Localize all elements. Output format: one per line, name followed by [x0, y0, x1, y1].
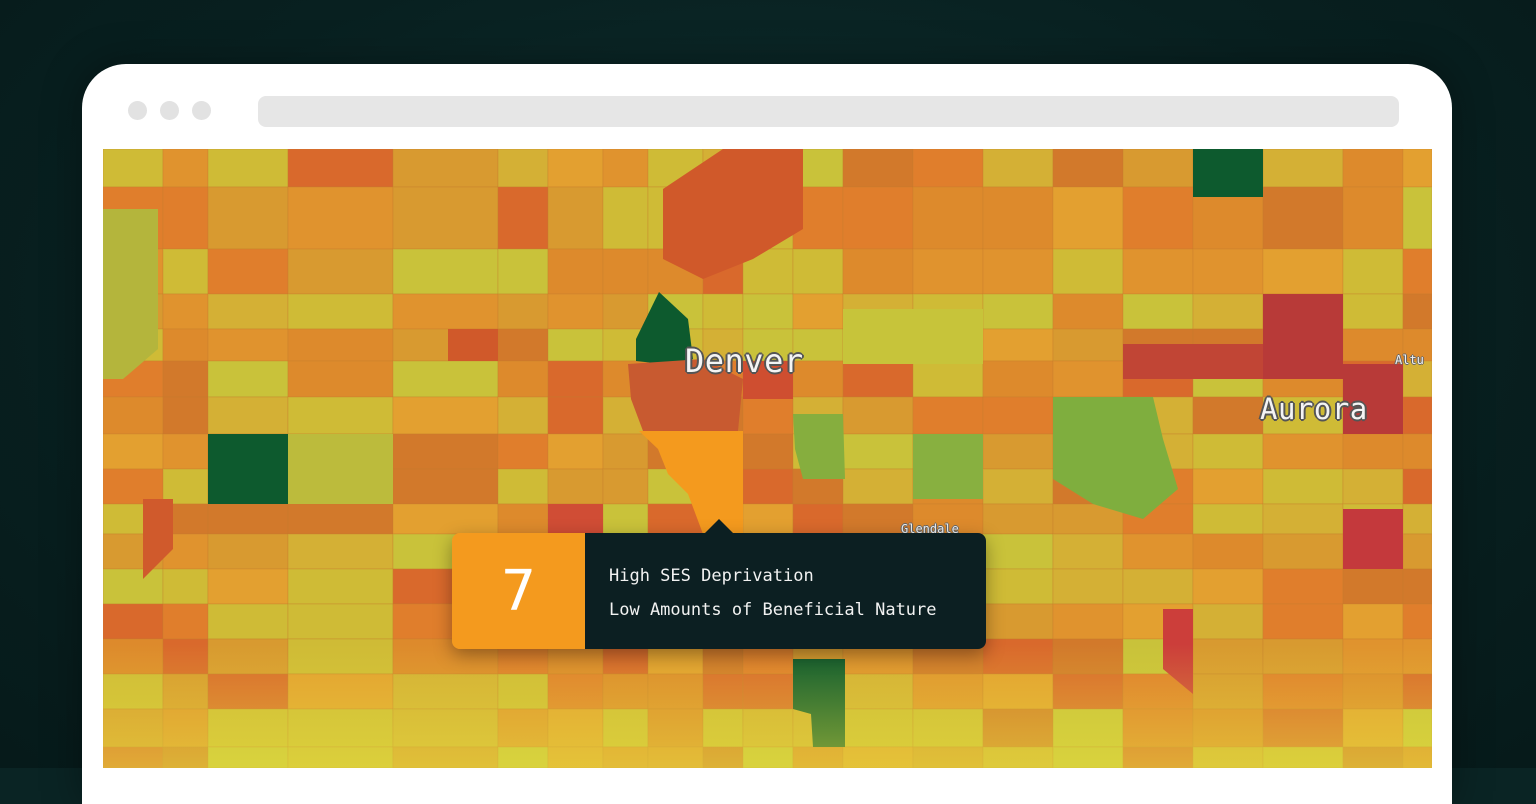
city-label-altura: Altu: [1395, 353, 1424, 367]
tooltip-line-2: Low Amounts of Beneficial Nature: [609, 600, 937, 620]
window-dot-close[interactable]: [128, 101, 147, 120]
address-bar[interactable]: [258, 96, 1399, 127]
tooltip-score: 7: [452, 533, 585, 649]
window-dot-maximize[interactable]: [192, 101, 211, 120]
tooltip-pointer: [704, 519, 734, 534]
map-tracts: [103, 149, 1432, 768]
map-tooltip: 7 High SES Deprivation Low Amounts of Be…: [452, 519, 986, 649]
window-dot-minimize[interactable]: [160, 101, 179, 120]
choropleth-map[interactable]: Denver Aurora Glendale Altu: [103, 149, 1432, 768]
tooltip-line-1: High SES Deprivation: [609, 566, 814, 586]
tooltip-body: High SES Deprivation Low Amounts of Bene…: [585, 533, 986, 649]
city-label-aurora: Aurora: [1260, 392, 1368, 426]
city-label-denver: Denver: [685, 342, 804, 380]
